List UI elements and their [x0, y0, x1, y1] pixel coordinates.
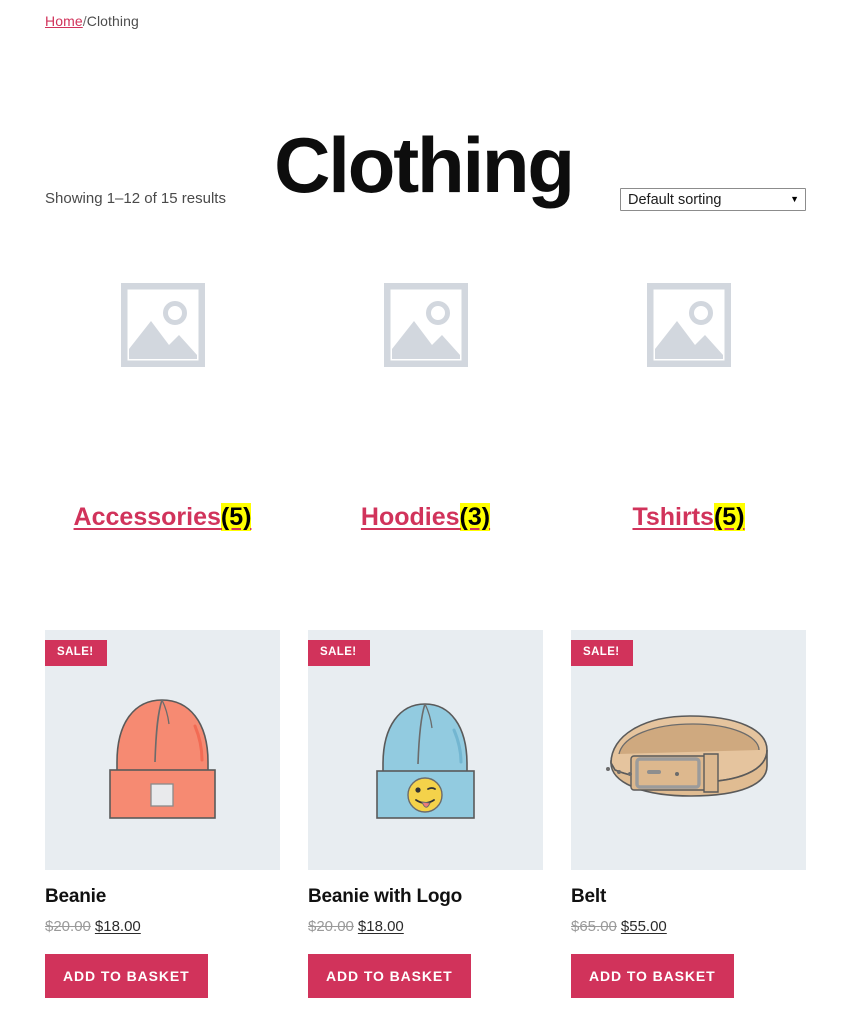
product-title[interactable]: Belt [571, 886, 806, 909]
product-price-sale: $18.00 [357, 917, 404, 935]
product-image[interactable]: SALE! [45, 630, 280, 870]
category-item-accessories[interactable]: Accessories(5) [45, 283, 280, 532]
category-thumbnail[interactable] [45, 283, 280, 401]
category-link-label[interactable]: Accessories [74, 503, 221, 531]
breadcrumb: Home/Clothing [45, 13, 139, 29]
product-price-sale: $55.00 [620, 917, 667, 935]
product-title[interactable]: Beanie with Logo [308, 886, 543, 909]
category-count-badge: (5) [220, 503, 252, 531]
breadcrumb-link-home[interactable]: Home [45, 13, 83, 29]
sorting-select-value: Default sorting [628, 191, 722, 208]
category-grid: Accessories(5) Hoodies(3) Tshirts(5) [45, 283, 806, 532]
product-title[interactable]: Beanie [45, 886, 280, 909]
category-thumbnail[interactable] [571, 283, 806, 401]
product-price: $20.00 $18.00 [308, 918, 543, 935]
beanie-blue-emoji-illustration [376, 703, 475, 819]
product-price-original: $20.00 [308, 917, 354, 935]
breadcrumb-current: Clothing [86, 13, 139, 29]
category-name[interactable]: Tshirts(5) [571, 503, 806, 532]
product-card[interactable]: SALE! Belt $65.00 $55.00 ADD TO BASKET [571, 630, 806, 998]
chevron-down-icon: ▼ [790, 194, 799, 204]
add-to-basket-button[interactable]: ADD TO BASKET [571, 953, 734, 998]
product-image[interactable]: SALE! [308, 630, 543, 870]
sorting-select[interactable]: Default sorting ▼ [620, 188, 806, 211]
product-card[interactable]: SALE! Beanie $20.00 $18.00 ADD TO BASKET [45, 630, 280, 998]
product-image[interactable]: SALE! [571, 630, 806, 870]
product-price: $65.00 $55.00 [571, 918, 806, 935]
image-placeholder-icon [646, 283, 731, 367]
sale-badge: SALE! [571, 640, 633, 666]
image-placeholder-icon [383, 283, 468, 367]
product-price-original: $20.00 [45, 917, 91, 935]
product-price: $20.00 $18.00 [45, 918, 280, 935]
product-card[interactable]: SALE! Beanie with Logo $20.00 $18.00 ADD… [308, 630, 543, 998]
add-to-basket-button[interactable]: ADD TO BASKET [308, 953, 471, 998]
category-count-badge: (3) [459, 503, 491, 531]
category-item-hoodies[interactable]: Hoodies(3) [308, 283, 543, 532]
product-grid: SALE! Beanie $20.00 $18.00 ADD TO BASKET … [45, 630, 806, 998]
category-count-badge: (5) [713, 503, 745, 531]
category-link-label[interactable]: Tshirts [632, 503, 714, 531]
category-name[interactable]: Hoodies(3) [308, 503, 543, 532]
beanie-coral-illustration [109, 699, 216, 819]
sale-badge: SALE! [45, 640, 107, 666]
belt-tan-illustration [606, 715, 768, 797]
product-price-sale: $18.00 [94, 917, 141, 935]
image-placeholder-icon [120, 283, 205, 367]
sale-badge: SALE! [308, 640, 370, 666]
category-thumbnail[interactable] [308, 283, 543, 401]
product-price-original: $65.00 [571, 917, 617, 935]
result-count: Showing 1–12 of 15 results [45, 190, 226, 207]
category-link-label[interactable]: Hoodies [361, 503, 460, 531]
category-item-tshirts[interactable]: Tshirts(5) [571, 283, 806, 532]
category-name[interactable]: Accessories(5) [45, 503, 280, 532]
product-category-page: Home/Clothing Clothing Showing 1–12 of 1… [0, 0, 847, 1024]
add-to-basket-button[interactable]: ADD TO BASKET [45, 953, 208, 998]
